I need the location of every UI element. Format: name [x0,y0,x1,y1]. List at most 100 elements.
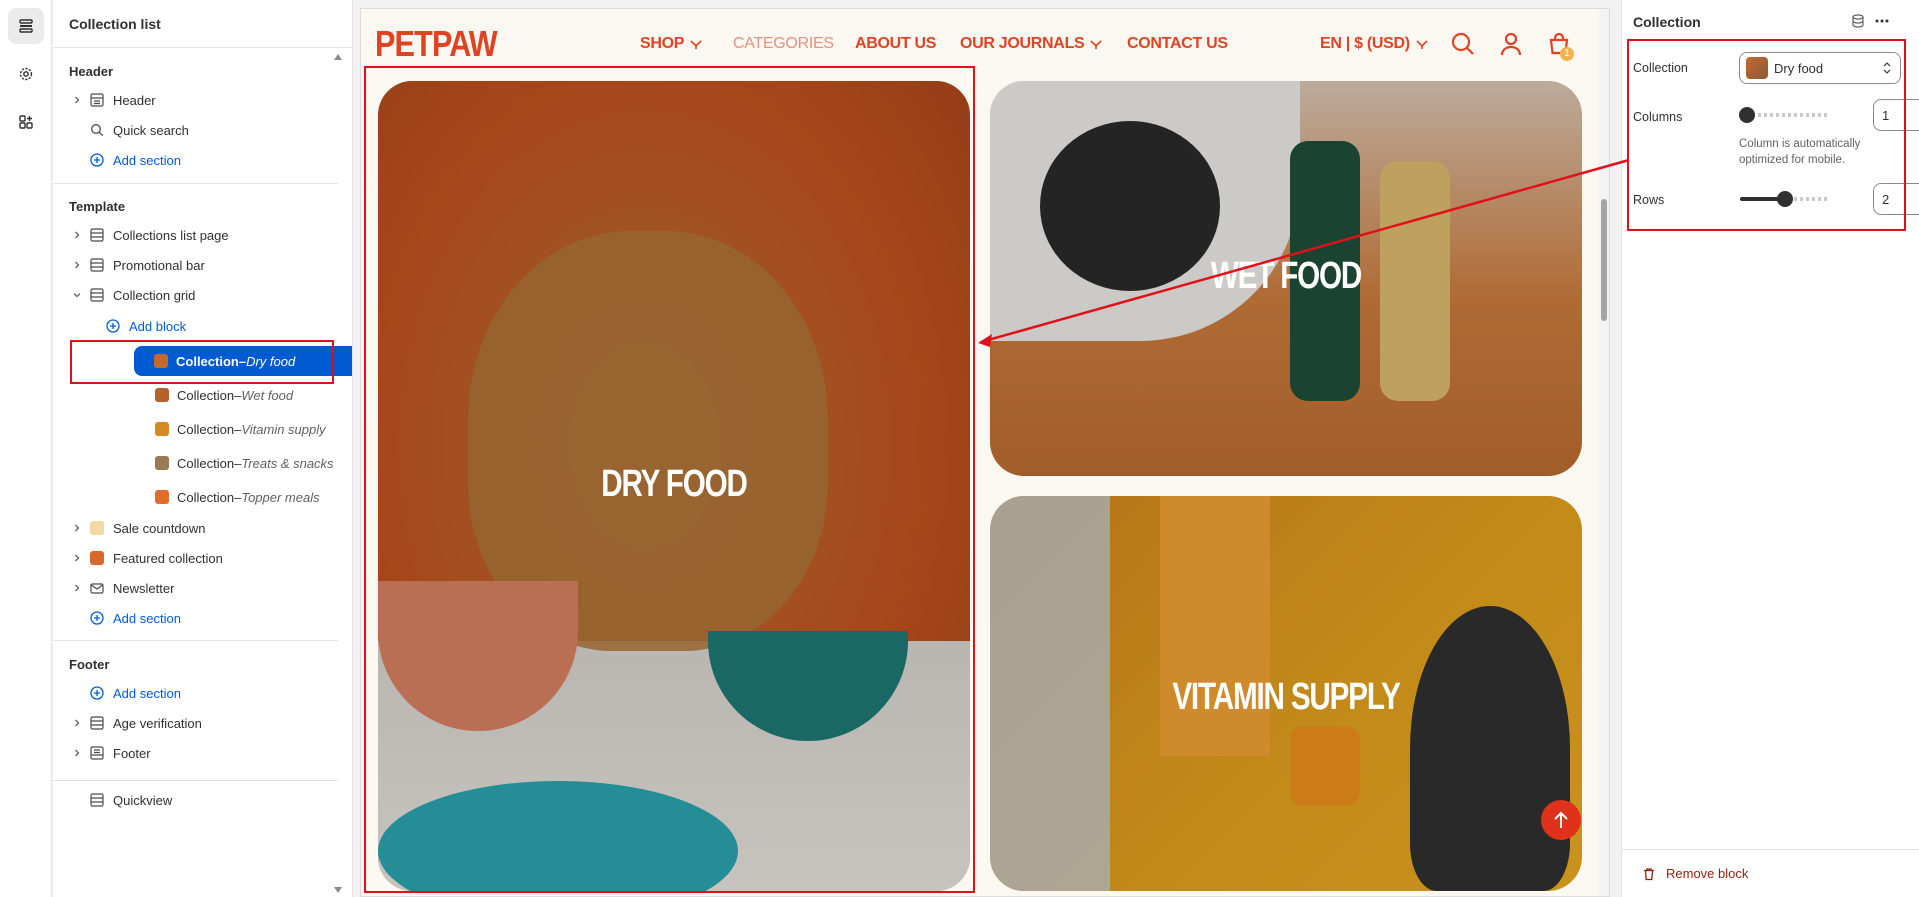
sidebar-item-label: Header [113,92,156,108]
columns-help-text: Column is automatically optimized for mo… [1739,138,1861,166]
scroll-up-arrow-icon[interactable] [334,54,342,60]
sidebar-item-collections-list-page[interactable]: Collections list page [69,220,339,250]
store-header: PETPAW SHOP CATEGORIES ABOUT US OUR JOUR… [361,9,1601,79]
collection-card-dry-food[interactable]: DRY FOOD [378,81,970,891]
collection-card-vitamin-supply[interactable]: VITAMIN SUPPLY [990,496,1582,891]
sidebar-item-featured-collection[interactable]: Featured collection [69,543,339,573]
locale-selector[interactable]: EN | $ (USD) [1320,35,1428,53]
apps-icon[interactable] [8,104,44,140]
sidebar-item-header[interactable]: Header [69,85,339,115]
account-icon[interactable] [1498,31,1524,57]
rows-input[interactable]: 2 [1873,183,1919,215]
envelope-icon [89,580,105,596]
block-name: Vitamin supply [241,421,326,437]
section-layout-icon [89,287,105,303]
section-thumbnail [89,550,105,566]
nav-shop[interactable]: SHOP [640,35,702,53]
nav-about-label: ABOUT US [855,35,937,52]
block-name: Dry food [246,353,296,369]
block-name: Wet food [241,387,294,403]
nav-about-us[interactable]: ABOUT US [855,35,936,53]
chevron-right-icon[interactable] [69,715,85,731]
group-title-footer: Footer [69,657,110,672]
rows-slider-handle[interactable] [1777,191,1793,207]
columns-setting-label: Columns [1633,110,1683,124]
collection-card-wet-food[interactable]: WET FOOD [990,81,1582,476]
chevron-right-icon[interactable] [69,227,85,243]
block-prefix: Collection [176,353,239,369]
store-preview: PETPAW SHOP CATEGORIES ABOUT US OUR JOUR… [360,8,1610,897]
divider [53,640,338,641]
chevron-right-icon[interactable] [69,92,85,108]
columns-slider-handle[interactable] [1739,107,1755,123]
sections-icon[interactable] [8,8,44,44]
block-separator: – [234,455,242,471]
section-thumbnail [89,520,105,536]
sidebar-item-quickview[interactable]: Quickview [69,785,339,815]
sidebar-item-label: Collection grid [113,287,196,303]
sidebar-item-label: Featured collection [113,550,223,566]
chevron-down-icon [690,40,702,49]
remove-block-label: Remove block [1666,866,1749,881]
chevron-down-icon[interactable] [69,287,85,303]
more-options-icon[interactable] [1874,14,1890,28]
nav-contact-us[interactable]: CONTACT US [1127,35,1228,53]
sidebar-item-newsletter[interactable]: Newsletter [69,573,339,603]
section-layout-icon [89,715,105,731]
nav-categories[interactable]: CATEGORIES [733,35,834,53]
add-block-button[interactable]: Add block [69,311,339,341]
add-section-button-header[interactable]: Add section [69,145,339,175]
add-section-button-footer[interactable]: Add section [69,678,339,708]
scroll-down-arrow-icon[interactable] [334,887,342,893]
chevron-right-icon[interactable] [69,745,85,761]
preview-scrollbar[interactable] [1599,9,1609,896]
collection-title-dry-food: DRY FOOD [601,463,748,505]
collection-thumbnail [155,490,169,504]
gear-icon[interactable] [8,56,44,92]
remove-block-button[interactable]: Remove block [1622,849,1919,897]
block-collection-treats-snacks[interactable]: Collection – Treats & snacks [69,448,339,478]
plus-circle-icon [89,610,105,626]
group-title-header: Header [69,64,114,79]
collection-picker[interactable]: Dry food [1739,52,1901,84]
cart-count-badge: 1 [1560,47,1574,61]
block-collection-wet-food[interactable]: Collection – Wet food [69,380,339,410]
nav-our-journals[interactable]: OUR JOURNALS [960,35,1102,53]
sidebar-item-promotional-bar[interactable]: Promotional bar [69,250,339,280]
sidebar-item-collection-grid[interactable]: Collection grid [69,280,339,310]
sidebar-item-sale-countdown[interactable]: Sale countdown [69,513,339,543]
theme-editor: Collection list Header Header Quick sear… [0,0,1919,897]
nav-journals-label: OUR JOURNALS [960,35,1085,52]
block-collection-vitamin-supply[interactable]: Collection – Vitamin supply [69,414,339,444]
sidebar-item-label: Collections list page [113,227,229,243]
sidebar-item-quick-search[interactable]: Quick search [69,115,339,145]
add-block-label: Add block [129,318,187,334]
divider [53,780,338,781]
sidebar-item-label: Newsletter [113,580,175,596]
sidebar-item-label: Footer [113,745,151,761]
block-collection-topper-meals[interactable]: Collection – Topper meals [69,482,339,512]
store-logo[interactable]: PETPAW [375,23,498,65]
chevron-right-icon[interactable] [69,550,85,566]
sidebar-item-footer[interactable]: Footer [69,738,339,768]
section-layout-icon [89,792,105,808]
columns-input[interactable]: 1 [1873,99,1919,131]
database-icon[interactable] [1851,14,1865,28]
chevron-right-icon[interactable] [69,580,85,596]
plus-circle-icon [89,685,105,701]
add-section-button-template[interactable]: Add section [69,603,339,633]
block-prefix: Collection [177,489,235,505]
search-icon [89,122,105,138]
block-collection-dry-food[interactable]: Collection – Dry food [134,346,352,376]
collection-thumbnail [155,388,169,402]
chevron-right-icon[interactable] [69,257,85,273]
block-name: Topper meals [241,489,320,505]
scrollbar-thumb[interactable] [1601,199,1607,321]
back-to-top-button[interactable] [1541,800,1581,840]
chevron-right-icon[interactable] [69,520,85,536]
nav-shop-label: SHOP [640,35,685,52]
sidebar-item-age-verification[interactable]: Age verification [69,708,339,738]
plus-circle-icon [89,152,105,168]
search-icon[interactable] [1450,31,1476,57]
add-section-label: Add section [113,610,181,626]
